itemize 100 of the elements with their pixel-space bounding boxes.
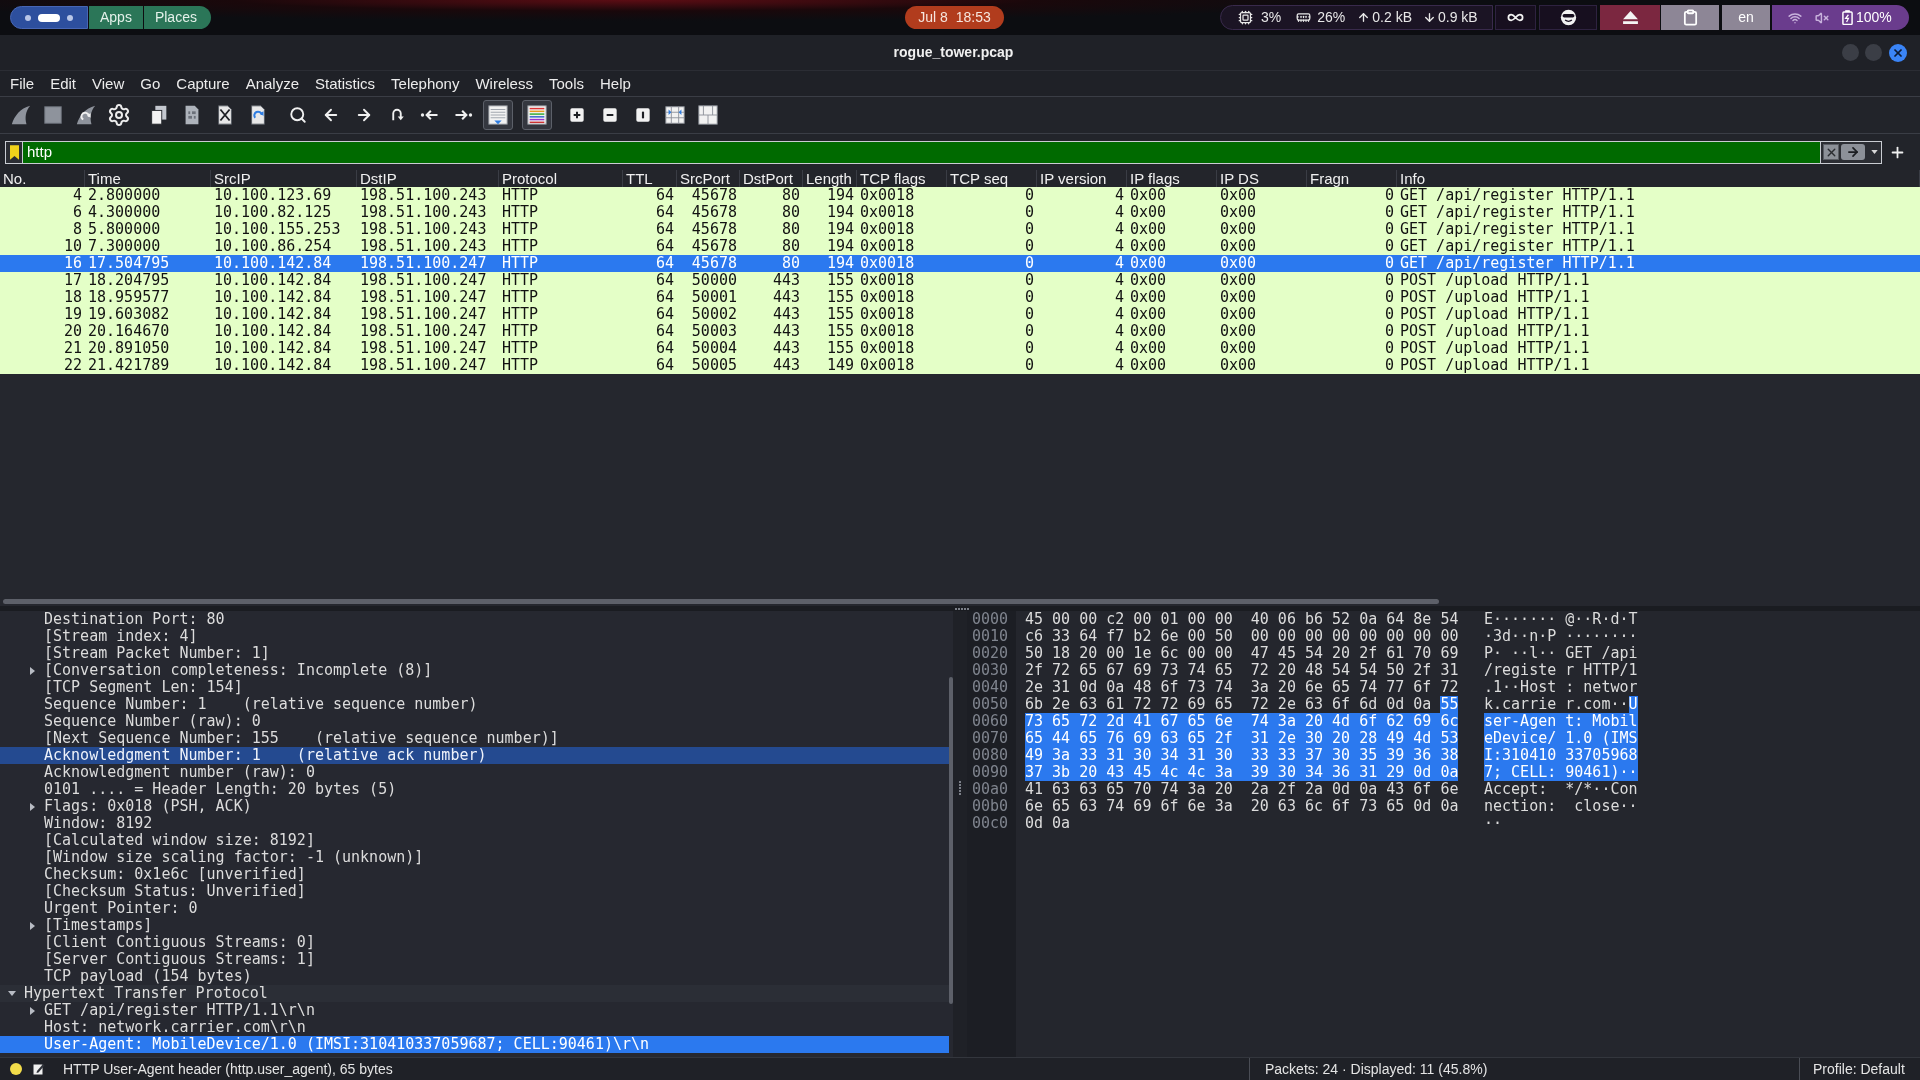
- hex-bytes[interactable]: 65 44 65 76 69 63 65 2f 31 2e 30 20 28 49 4d 53: [1025, 730, 1459, 747]
- hex-bytes[interactable]: 2e 31 0d 0a 48 6f 73 74 3a 20 6e 65 74 77 6f 72: [1025, 679, 1459, 696]
- launcher-button[interactable]: Places: [143, 6, 211, 29]
- tree-item[interactable]: [TCP Segment Len: 154]: [0, 679, 949, 696]
- tree-item[interactable]: Sequence Number: 1 (relative sequence number): [0, 696, 949, 713]
- workspace-switcher[interactable]: [10, 6, 88, 29]
- tree-item[interactable]: [Timestamps]: [0, 917, 949, 934]
- edit-icon[interactable]: [33, 1063, 45, 1075]
- tree-item[interactable]: [Window size scaling factor: -1 (unknown)]: [0, 849, 949, 866]
- eject-button[interactable]: [1600, 5, 1660, 30]
- packet-row[interactable]: 16 17.504795 10.100.142.84 198.51.100.247 HTTP 64 45678 80 194 0x0018 0 4 0x00 0x00 0 GET /api/register HTTP/1.1: [0, 255, 1920, 272]
- menu-item[interactable]: Telephony: [383, 73, 468, 94]
- tree-item[interactable]: Destination Port: 80: [0, 611, 949, 628]
- clock[interactable]: Jul 8 18:53: [905, 6, 1004, 29]
- caret-down-icon[interactable]: [8, 991, 16, 996]
- ascii-text[interactable]: P· ··l·· GET /api: [1484, 645, 1638, 662]
- menu-item[interactable]: Tools: [540, 73, 592, 94]
- hex-bytes[interactable]: 55: [1440, 696, 1459, 713]
- hex-bytes[interactable]: 49 3a 33 31 30 34 31 30 33 33 37 30 35 39 36 38: [1025, 747, 1459, 764]
- tree-item[interactable]: 0101 .... = Header Length: 20 bytes (5): [0, 781, 949, 798]
- ascii-text[interactable]: ·3d··n·P ········: [1484, 628, 1638, 645]
- hex-bytes[interactable]: 0d 0a: [1025, 815, 1071, 832]
- ascii-text[interactable]: ··: [1484, 815, 1503, 832]
- launcher-button[interactable]: Apps: [89, 6, 143, 29]
- menu-item[interactable]: Help: [592, 73, 639, 94]
- tree-item[interactable]: Flags: 0x018 (PSH, ACK): [0, 798, 949, 815]
- menu-item[interactable]: Statistics: [307, 73, 384, 94]
- tree-item[interactable]: [Stream Packet Number: 1]: [0, 645, 949, 662]
- filter-field[interactable]: http: [22, 141, 1820, 163]
- packet-row[interactable]: 18 18.959577 10.100.142.84 198.51.100.247 HTTP 64 50001 443 155 0x0018 0 4 0x00 0x00 0 POST /upload HTTP/1.1: [0, 289, 1920, 306]
- scrollbar-thumb[interactable]: [949, 677, 953, 1004]
- apply-filter-button[interactable]: [1841, 144, 1865, 160]
- tree-item[interactable]: Acknowledgment Number: 1 (relative ack number): [0, 747, 949, 764]
- tray-button[interactable]: [1539, 5, 1597, 30]
- caret-right-icon[interactable]: [30, 921, 35, 930]
- menu-item[interactable]: Wireless: [467, 73, 541, 94]
- hex-bytes[interactable]: 73 65 72 2d 41 67 65 6e 74 3a 20 4d 6f 62 69 6c: [1025, 713, 1459, 730]
- packet-row[interactable]: 20 20.164670 10.100.142.84 198.51.100.247 HTTP 64 50003 443 155 0x0018 0 4 0x00 0x00 0 POST /upload HTTP/1.1: [0, 323, 1920, 340]
- tree-item[interactable]: GET /api/register HTTP/1.1\r\n: [0, 1002, 949, 1019]
- tree-item[interactable]: User-Agent: MobileDevice/1.0 (IMSI:310410337059687; CELL:90461)\r\n: [0, 1036, 949, 1053]
- caret-right-icon[interactable]: [30, 1006, 35, 1015]
- splitter-grip-icon[interactable]: [955, 607, 969, 610]
- hex-bytes[interactable]: 45 00 00 c2 00 01 00 00 40 06 b6 52 0a 64 8e 54: [1025, 611, 1459, 628]
- menu-item[interactable]: Edit: [42, 73, 85, 94]
- wifi-icon[interactable]: [1788, 10, 1802, 25]
- menu-item[interactable]: Analyze: [237, 73, 308, 94]
- ascii-text[interactable]: ser-Agen t: Mobil: [1484, 713, 1638, 730]
- tree-item[interactable]: [Calculated window size: 8192]: [0, 832, 949, 849]
- packet-row[interactable]: 6 4.300000 10.100.82.125 198.51.100.243 HTTP 64 45678 80 194 0x0018 0 4 0x00 0x00 0 GET /api/register HTTP/1.1: [0, 204, 1920, 221]
- speaker-muted-icon[interactable]: [1815, 10, 1829, 25]
- hex-bytes[interactable]: 2f 72 65 67 69 73 74 65 72 20 48 54 54 50 2f 31: [1025, 662, 1459, 679]
- packet-row[interactable]: 10 7.300000 10.100.86.254 198.51.100.243 HTTP 64 45678 80 194 0x0018 0 4 0x00 0x00 0 GET /api/register HTTP/1.1: [0, 238, 1920, 255]
- packet-row[interactable]: 19 19.603082 10.100.142.84 198.51.100.247 HTTP 64 50002 443 155 0x0018 0 4 0x00 0x00 0 POST /upload HTTP/1.1: [0, 306, 1920, 323]
- scrollbar-thumb[interactable]: [3, 598, 1439, 604]
- ascii-text[interactable]: k.carrie r.com··: [1484, 696, 1629, 713]
- menu-item[interactable]: Go: [132, 73, 169, 94]
- status-dot-icon[interactable]: [10, 1063, 22, 1075]
- menu-item[interactable]: View: [84, 73, 133, 94]
- tree-item[interactable]: [Next Sequence Number: 155 (relative sequence number)]: [0, 730, 949, 747]
- ascii-text[interactable]: Accept: */*··Con: [1484, 781, 1638, 798]
- tree-item[interactable]: Host: network.carrier.com\r\n: [0, 1019, 949, 1036]
- tree-item[interactable]: Checksum: 0x1e6c [unverified]: [0, 866, 949, 883]
- tree-item[interactable]: [Client Contiguous Streams: 0]: [0, 934, 949, 951]
- caret-right-icon[interactable]: [30, 666, 35, 675]
- colorize-button[interactable]: [522, 100, 552, 130]
- battery-icon[interactable]: [1842, 10, 1853, 25]
- packet-row[interactable]: 22 21.421789 10.100.142.84 198.51.100.247 HTTP 64 50005 443 149 0x0018 0 4 0x00 0x00 0 POST /upload HTTP/1.1: [0, 357, 1920, 374]
- close-button[interactable]: [1889, 43, 1907, 62]
- auto-scroll-button[interactable]: [483, 100, 513, 130]
- hex-bytes[interactable]: 6b 2e 63 61 72 72 69 65 72 2e 63 6f 6d 0d 0a: [1025, 696, 1432, 713]
- hex-bytes[interactable]: 37 3b 20 43 45 4c 4c 3a 39 30 34 36 31 29 0d 0a: [1025, 764, 1459, 781]
- clipboard-button[interactable]: [1661, 5, 1719, 30]
- tree-item[interactable]: [Server Contiguous Streams: 1]: [0, 951, 949, 968]
- packet-row[interactable]: 21 20.891050 10.100.142.84 198.51.100.247 HTTP 64 50004 443 155 0x0018 0 4 0x00 0x00 0 POST /upload HTTP/1.1: [0, 340, 1920, 357]
- ascii-text[interactable]: nection: close··: [1484, 798, 1638, 815]
- profile-label[interactable]: Profile: Default: [1813, 1058, 1905, 1080]
- caret-right-icon[interactable]: [30, 802, 35, 811]
- ascii-text[interactable]: /registe r HTTP/1: [1484, 662, 1638, 679]
- menu-item[interactable]: File: [2, 73, 43, 94]
- ascii-text[interactable]: I:310410 33705968: [1484, 747, 1638, 764]
- hex-bytes[interactable]: 6e 65 63 74 69 6f 6e 3a 20 63 6c 6f 73 65 0d 0a: [1025, 798, 1459, 815]
- tree-item[interactable]: Hypertext Transfer Protocol: [0, 985, 949, 1002]
- tray-button[interactable]: [1495, 5, 1536, 30]
- tree-item[interactable]: Urgent Pointer: 0: [0, 900, 949, 917]
- tree-item[interactable]: Window: 8192: [0, 815, 949, 832]
- ascii-text[interactable]: E······· @··R·d·T: [1484, 611, 1638, 628]
- tree-item[interactable]: [Checksum Status: Unverified]: [0, 883, 949, 900]
- tree-item[interactable]: Sequence Number (raw): 0: [0, 713, 949, 730]
- menu-item[interactable]: Capture: [168, 73, 238, 94]
- packet-row[interactable]: 17 18.204795 10.100.142.84 198.51.100.247 HTTP 64 50000 443 155 0x0018 0 4 0x00 0x00 0 POST /upload HTTP/1.1: [0, 272, 1920, 289]
- ascii-text[interactable]: .1··Host : networ: [1484, 679, 1638, 696]
- ascii-text[interactable]: eDevice/ 1.0 (IMS: [1484, 730, 1638, 747]
- hex-bytes[interactable]: 41 63 63 65 70 74 3a 20 2a 2f 2a 0d 0a 43 6f 6e: [1025, 781, 1459, 798]
- tree-item[interactable]: TCP payload (154 bytes): [0, 968, 949, 985]
- ascii-text[interactable]: 7; CELL: 90461)··: [1484, 764, 1638, 781]
- hex-bytes[interactable]: c6 33 64 f7 b2 6e 00 50 00 00 00 00 00 00 00 00: [1025, 628, 1459, 645]
- ascii-text[interactable]: U: [1628, 696, 1638, 713]
- packet-row[interactable]: 4 2.800000 10.100.123.69 198.51.100.243 HTTP 64 45678 80 194 0x0018 0 4 0x00 0x00 0 GET /api/register HTTP/1.1: [0, 187, 1920, 204]
- tree-item[interactable]: Acknowledgment number (raw): 0: [0, 764, 949, 781]
- packet-row[interactable]: 8 5.800000 10.100.155.253 198.51.100.243 HTTP 64 45678 80 194 0x0018 0 4 0x00 0x00 0 GET /api/register HTTP/1.1: [0, 221, 1920, 238]
